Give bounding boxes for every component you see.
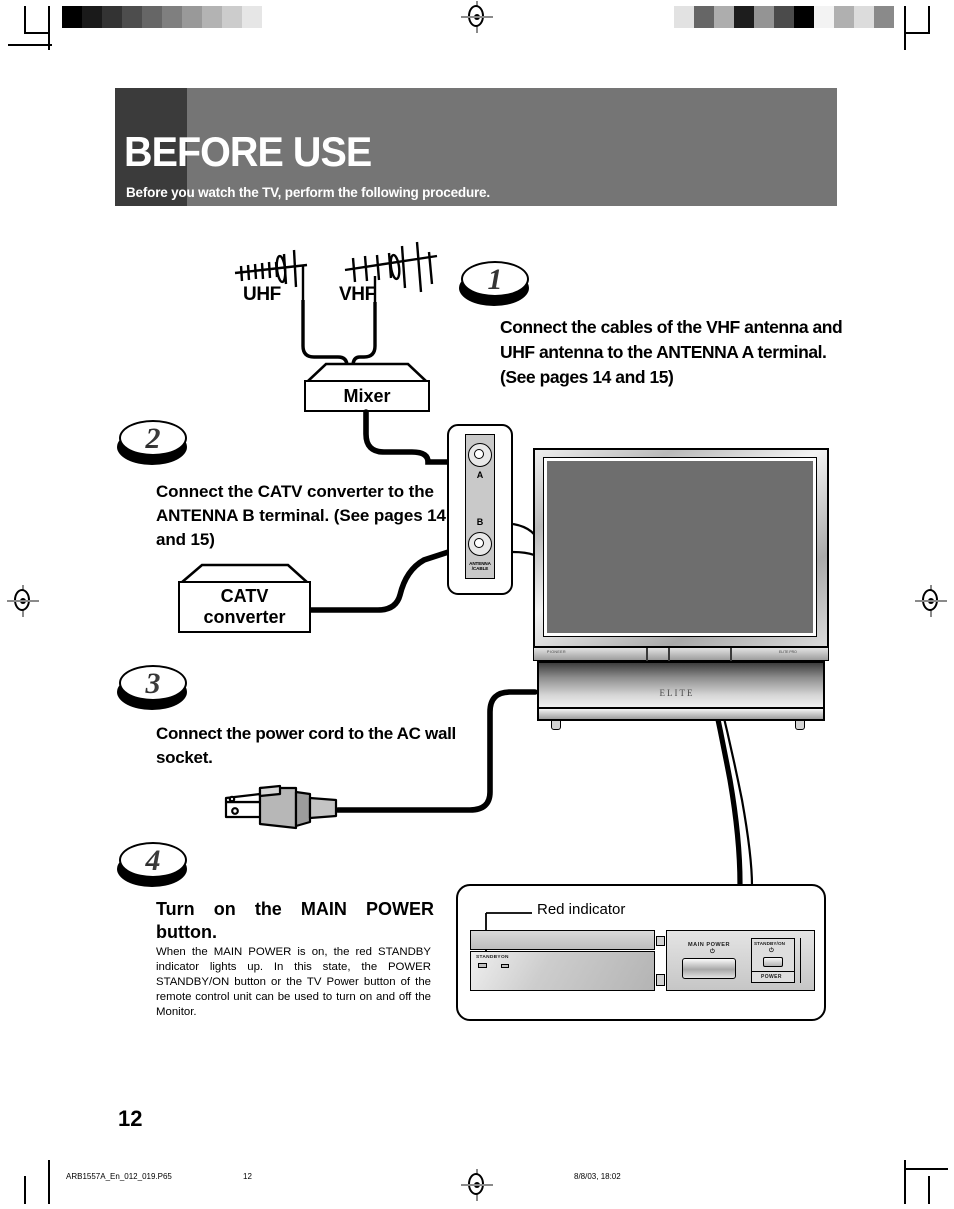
step-4-heading: Turn on the MAIN POWER button. [156,899,434,942]
standby-led [478,963,487,968]
vhf-antenna-label: VHF [339,284,376,305]
greyscale-swatch-10 [262,6,282,28]
registration-mark-left [7,585,39,617]
step-4-badge: 4 [117,842,189,889]
panel-right-edge [800,938,815,983]
crop-mark-top-left-h [24,32,50,34]
antenna-cable-caption: ANTENNA /CABLE [465,561,495,572]
registration-mark-bottom [461,1169,493,1201]
antenna-b-jack[interactable] [468,532,492,556]
antenna-b-label: B [476,517,484,527]
greyscale-swatch-8 [834,6,854,28]
greyscale-swatch-6 [794,6,814,28]
step-1-text: Connect the cables of the VHF antenna an… [500,317,843,387]
main-power-button[interactable] [682,958,736,979]
greyscale-swatch-1 [694,6,714,28]
tv-foot-right [795,720,805,730]
tv-brand-logo: ELITE [659,688,695,698]
main-power-label: MAIN POWER [688,942,730,948]
greyscale-swatch-7 [202,6,222,28]
standby-on-label: STANDBY/ON [754,941,786,946]
ac-power-plug-illustration [224,784,338,830]
on-led [501,964,509,968]
panel-hinge-top [656,936,665,946]
main-power-symbol: ⏻ [710,949,715,955]
tv-screen [543,457,817,637]
step-4-number: 4 [117,842,189,880]
standby-on-button[interactable] [763,957,783,967]
tv-foot-left [551,720,561,730]
mixer-label: Mixer [343,385,391,406]
antenna-a-jack[interactable] [468,443,492,467]
tv-monitor-illustration: PIONEER ELITE PRO ELITE [533,448,829,731]
registration-mark-top [461,1,493,33]
greyscale-swatch-6 [182,6,202,28]
greyscale-swatch-3 [734,6,754,28]
crop-mark-bottom-left-v2 [48,1160,50,1204]
antenna-caption-line2: /CABLE [471,566,489,572]
greyscale-swatch-1 [82,6,102,28]
greyscale-swatch-0 [62,6,82,28]
greyscale-swatch-4 [754,6,774,28]
page-number: 12 [118,1106,143,1131]
crop-mark-top-right-h [904,32,930,34]
greyscale-swatch-8 [222,6,242,28]
antenna-a-label: A [476,470,484,480]
crop-mark-bottom-right-v2 [904,1160,906,1204]
greyscale-swatch-10 [874,6,894,28]
tv-model-small: ELITE PRO [779,650,797,654]
catv-converter-box: CATV converter [178,563,311,633]
registration-mark-right [915,585,947,617]
tv-brand-small: PIONEER [547,650,566,654]
greyscale-swatch-5 [162,6,182,28]
on-indicator-label: ON [501,955,509,960]
step-3-badge: 3 [117,665,189,712]
greyscale-swatch-9 [854,6,874,28]
catv-label-line1: CATV [220,586,269,606]
crop-mark-bottom-right-h [904,1168,948,1170]
step-1-badge: 1 [459,261,531,308]
standby-indicator-label: STANDBY [476,955,501,960]
step-2-text: Connect the CATV converter to the ANTENN… [156,482,446,549]
crop-mark-top-right-v [928,6,930,34]
catv-label-line2: converter [203,607,286,627]
greyscale-swatch-3 [122,6,142,28]
greyscale-swatch-2 [102,6,122,28]
uhf-antenna-label: UHF [243,284,281,305]
step-2-number: 2 [117,420,189,458]
step-2-badge: 2 [117,420,189,467]
print-greyscale-bar-left [62,6,282,28]
power-label-divider [751,971,795,973]
step-1-number: 1 [459,261,531,299]
tv-plinth [537,707,825,721]
greyscale-swatch-0 [674,6,694,28]
panel-upper-bar [470,930,655,950]
greyscale-swatch-9 [242,6,262,28]
page-title: BEFORE USE [124,128,372,175]
power-label: POWER [761,974,782,980]
panel-hinge-bottom [656,974,665,986]
greyscale-swatch-7 [814,6,834,28]
crop-mark-bottom-left-v [24,1176,26,1204]
standby-on-symbol: ⏻ [769,948,774,954]
footer-date-stamp: 8/8/03, 18:02 [574,1172,621,1181]
greyscale-swatch-4 [142,6,162,28]
crop-mark-top-left-h2 [8,44,52,46]
step-4-body-text: When the MAIN POWER is on, the red STAND… [156,946,431,1019]
crop-mark-top-right-v2 [904,6,906,50]
greyscale-swatch-2 [714,6,734,28]
step-3-text: Connect the power cord to the AC wall so… [156,724,456,767]
footer-page-number: 12 [243,1172,252,1181]
crop-mark-top-left-v [24,6,26,34]
step-3-number: 3 [117,665,189,703]
mixer-box: Mixer [304,362,430,412]
print-greyscale-bar-right [674,6,894,28]
footer-file-name: ARB1557A_En_012_019.P65 [66,1172,172,1181]
page-subtitle: Before you watch the TV, perform the fol… [126,185,490,200]
greyscale-swatch-5 [774,6,794,28]
control-panel-drawing: STANDBY ON MAIN POWER ⏻ STANDBY/ON ⏻ POW… [470,930,815,996]
crop-mark-bottom-right-v [928,1176,930,1204]
